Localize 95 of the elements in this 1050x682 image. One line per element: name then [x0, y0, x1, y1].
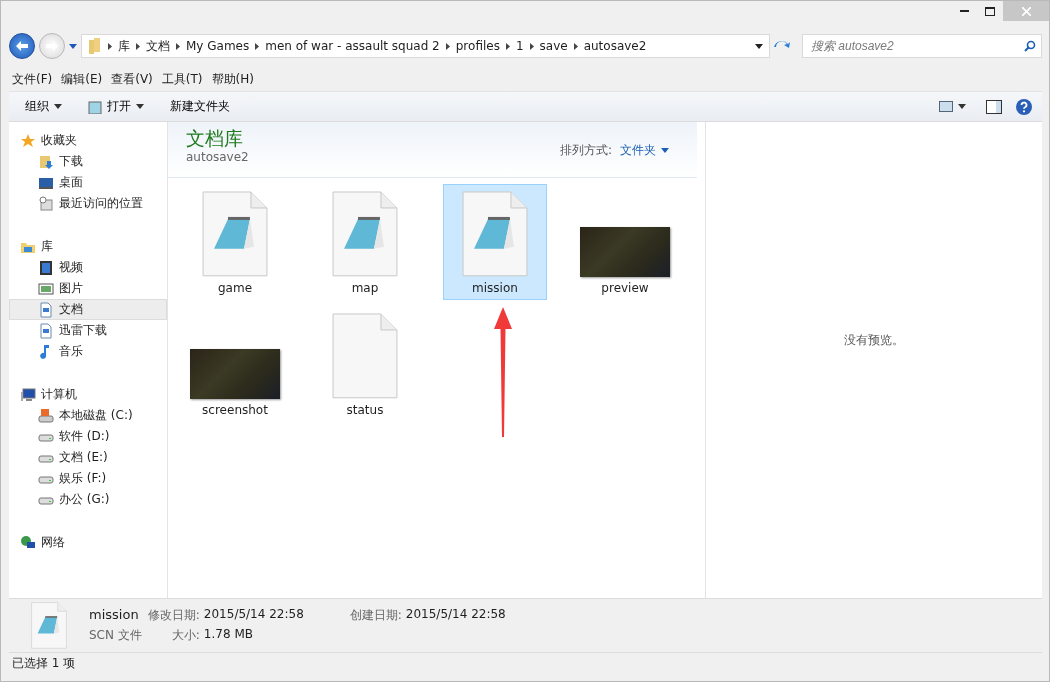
menu-item[interactable]: 工具(T)	[158, 70, 209, 88]
notepad-file-icon	[462, 191, 528, 277]
notepad-icon	[88, 99, 102, 114]
search-field[interactable]: 搜索 autosave2	[802, 34, 1042, 58]
no-preview-text: 没有预览。	[844, 331, 904, 349]
file-name: mission	[89, 607, 140, 624]
menu-item[interactable]: 编辑(E)	[58, 70, 109, 88]
chevron-icon	[573, 42, 578, 50]
minimize-icon	[959, 10, 969, 12]
sidebar-item[interactable]: 计算机	[9, 384, 167, 405]
library-subtitle: autosave2	[186, 150, 249, 164]
caret-icon	[69, 43, 77, 49]
menu-item[interactable]: 查看(V)	[108, 70, 159, 88]
file-item[interactable]: screenshot	[183, 306, 287, 422]
sidebar-item[interactable]: 库	[9, 236, 167, 257]
maximize-icon	[985, 6, 995, 16]
search-icon	[1024, 40, 1036, 52]
address-bar[interactable]: 库 文档 My Games men of war - assault squad 2 profiles 1 save autosave2	[81, 34, 770, 58]
detail-value: 2015/5/14 22:58	[203, 607, 304, 623]
chevron-icon	[255, 42, 260, 50]
chevron-icon	[108, 42, 112, 50]
folder-icon	[88, 38, 102, 54]
sidebar-item[interactable]: 本地磁盘 (C:)	[9, 405, 167, 426]
arrange-label: 排列方式:	[559, 142, 612, 159]
menu-item[interactable]: 帮助(H)	[208, 70, 260, 88]
sidebar-item[interactable]: 文档	[9, 299, 167, 320]
breadcrumb[interactable]: men of war - assault squad 2	[265, 39, 440, 53]
recent-places-icon	[38, 195, 54, 212]
caret-icon	[755, 43, 763, 49]
picture-icon	[38, 280, 54, 297]
chevron-icon	[445, 42, 450, 50]
notepad-file-icon	[31, 602, 67, 649]
arrange-dropdown[interactable]: 文件夹	[620, 142, 669, 159]
sidebar-item[interactable]: 迅雷下载	[9, 320, 167, 341]
system-drive-icon	[38, 407, 54, 424]
menu-item[interactable]: 文件(F)	[9, 70, 59, 88]
breadcrumb[interactable]: 文档	[146, 37, 170, 55]
sidebar-item[interactable]: 软件 (D:)	[9, 426, 167, 447]
preview-pane-icon[interactable]	[986, 99, 1002, 114]
sidebar-item[interactable]: 收藏夹	[9, 130, 167, 151]
network-icon	[20, 534, 36, 551]
sidebar-item[interactable]: 图片	[9, 278, 167, 299]
sidebar-item[interactable]: 桌面	[9, 172, 167, 193]
film-icon	[38, 259, 54, 276]
sidebar-item[interactable]: 文档 (E:)	[9, 447, 167, 468]
detail-label: 大小:	[171, 627, 200, 644]
sidebar-item[interactable]: 下载	[9, 151, 167, 172]
caret-icon	[661, 148, 669, 153]
notepad-file-icon	[202, 191, 268, 277]
breadcrumb[interactable]: autosave2	[583, 39, 647, 53]
chevron-icon	[529, 42, 534, 50]
chevron-icon	[176, 42, 180, 50]
file-item[interactable]: mission	[443, 184, 547, 300]
sidebar-item[interactable]: 办公 (G:)	[9, 489, 167, 510]
breadcrumb[interactable]: profiles	[455, 39, 500, 53]
view-icon	[939, 101, 953, 112]
breadcrumb[interactable]: 库	[118, 37, 130, 55]
status-text: 已选择 1 项	[12, 655, 76, 672]
detail-label: 创建日期:	[349, 607, 402, 624]
breadcrumb[interactable]: 1	[515, 39, 524, 53]
star-icon	[20, 132, 36, 149]
detail-value: 2015/5/14 22:58	[405, 607, 506, 623]
sidebar-item[interactable]: 网络	[9, 532, 167, 553]
caret-icon	[958, 104, 966, 109]
file-type: SCN 文件	[89, 627, 142, 644]
sidebar-item[interactable]: 最近访问的位置	[9, 193, 167, 214]
chevron-icon	[505, 42, 510, 50]
notepad-file-icon	[332, 191, 398, 277]
detail-value: 1.78 MB	[203, 627, 253, 643]
blank-file-icon	[332, 313, 398, 399]
caret-icon	[54, 104, 62, 109]
breadcrumb[interactable]: save	[539, 39, 568, 53]
back-arrow-icon	[16, 41, 28, 51]
caret-icon	[136, 104, 144, 109]
document-icon	[38, 301, 54, 318]
new-folder-button[interactable]: 新建文件夹	[164, 95, 236, 118]
close-icon	[1021, 6, 1031, 16]
organize-button[interactable]: 组织	[19, 95, 68, 118]
sidebar-item[interactable]: 音乐	[9, 341, 167, 362]
breadcrumb[interactable]: My Games	[186, 39, 250, 53]
file-item[interactable]: status	[313, 306, 417, 422]
detail-label: 修改日期:	[147, 607, 200, 624]
document-icon	[38, 322, 54, 339]
open-button[interactable]: 打开	[82, 95, 150, 118]
file-item[interactable]: map	[313, 184, 417, 300]
sidebar-item[interactable]: 娱乐 (F:)	[9, 468, 167, 489]
help-icon[interactable]	[1016, 98, 1032, 115]
back-button[interactable]	[9, 33, 35, 59]
file-item[interactable]: preview	[573, 184, 677, 300]
computer-icon	[20, 386, 36, 403]
library-title: 文档库	[186, 126, 244, 150]
chevron-icon	[136, 42, 140, 50]
file-item[interactable]: game	[183, 184, 287, 300]
sidebar-item[interactable]: 视频	[9, 257, 167, 278]
download-folder-icon	[38, 153, 54, 170]
